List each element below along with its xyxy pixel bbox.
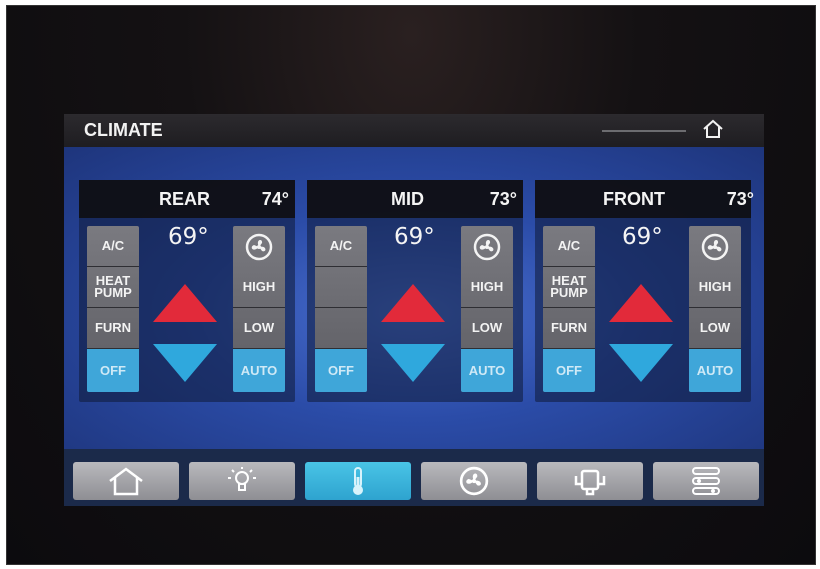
nav-fan-button[interactable] xyxy=(421,462,527,500)
setpoint-temp: 69° xyxy=(394,224,435,250)
mode-heat-pump-button[interactable]: HEAT PUMP xyxy=(87,267,139,308)
home-icon xyxy=(109,467,143,496)
fan-low-button[interactable]: LOW xyxy=(689,308,741,349)
nav-lights-button[interactable] xyxy=(189,462,295,500)
fan-high-button[interactable]: HIGH xyxy=(233,267,285,308)
climate-content: REAR 74° A/C HEAT PUMP FURN OFF 69° HIGH… xyxy=(64,147,764,449)
zone-name: FRONT xyxy=(603,189,665,209)
mode-heat-pump-button[interactable]: HEAT PUMP xyxy=(543,267,595,308)
temp-down-arrow-icon[interactable] xyxy=(379,342,447,384)
home-icon[interactable] xyxy=(701,117,725,141)
mode-column: A/C HEAT PUMP FURN OFF xyxy=(87,226,139,392)
mode-column: A/C HEAT PUMP FURN OFF xyxy=(543,226,595,392)
zone-current-temp: 73° xyxy=(489,189,517,209)
zone-current-temp: 73° xyxy=(726,189,754,209)
mode-empty-button xyxy=(315,267,367,308)
zone-current-temp: 74° xyxy=(261,189,289,209)
fan-icon xyxy=(689,226,741,267)
nav-generator-button[interactable] xyxy=(537,462,643,500)
zone-mid-panel: MID 73° A/C OFF 69° HIGH LOW AUTO xyxy=(307,180,523,402)
zone-name: REAR xyxy=(159,189,211,209)
light-bulb-icon xyxy=(228,467,256,491)
fan-auto-button[interactable]: AUTO xyxy=(461,349,513,392)
settings-sliders-icon xyxy=(692,467,720,495)
generator-icon xyxy=(574,469,606,496)
mode-ac-button[interactable]: A/C xyxy=(315,226,367,267)
nav-home-button[interactable] xyxy=(73,462,179,500)
mode-off-button[interactable]: OFF xyxy=(87,349,139,392)
mode-furn-button[interactable]: FURN xyxy=(543,308,595,349)
nav-climate-button[interactable] xyxy=(305,462,411,500)
zone-name: MID xyxy=(391,189,424,209)
fan-column: HIGH LOW AUTO xyxy=(233,226,285,392)
temp-down-arrow-icon[interactable] xyxy=(607,342,675,384)
fan-auto-button[interactable]: AUTO xyxy=(689,349,741,392)
fan-high-button[interactable]: HIGH xyxy=(461,267,513,308)
fan-column: HIGH LOW AUTO xyxy=(461,226,513,392)
mode-ac-button[interactable]: A/C xyxy=(543,226,595,267)
bottom-nav xyxy=(64,449,764,506)
touchscreen: CLIMATE REAR 74° A/C HEAT PUMP FURN OFF xyxy=(64,114,764,506)
fan-auto-button[interactable]: AUTO xyxy=(233,349,285,392)
fan-icon xyxy=(233,226,285,267)
mode-off-button[interactable]: OFF xyxy=(315,349,367,392)
setpoint-temp: 69° xyxy=(622,224,663,250)
setpoint-temp: 69° xyxy=(168,224,209,250)
temp-up-arrow-icon[interactable] xyxy=(379,282,447,324)
mode-ac-button[interactable]: A/C xyxy=(87,226,139,267)
nav-settings-button[interactable] xyxy=(653,462,759,500)
thermometer-icon xyxy=(353,467,363,495)
page-title: CLIMATE xyxy=(84,120,163,140)
temp-up-arrow-icon[interactable] xyxy=(607,282,675,324)
fan-column: HIGH LOW AUTO xyxy=(689,226,741,392)
fan-high-button[interactable]: HIGH xyxy=(689,267,741,308)
zone-front-panel: FRONT 73° A/C HEAT PUMP FURN OFF 69° HIG… xyxy=(535,180,754,402)
temp-down-arrow-icon[interactable] xyxy=(151,342,219,384)
zone-header: FRONT 73° xyxy=(535,180,754,218)
zone-header: REAR 74° xyxy=(79,180,295,218)
fan-icon xyxy=(459,466,489,496)
mode-off-button[interactable]: OFF xyxy=(543,349,595,392)
fan-low-button[interactable]: LOW xyxy=(461,308,513,349)
device-bezel: CLIMATE REAR 74° A/C HEAT PUMP FURN OFF xyxy=(6,5,816,565)
mode-furn-button[interactable]: FURN xyxy=(87,308,139,349)
zone-header: MID 73° xyxy=(307,180,523,218)
mode-column: A/C OFF xyxy=(315,226,367,392)
zone-rear-panel: REAR 74° A/C HEAT PUMP FURN OFF 69° HIGH… xyxy=(79,180,295,402)
temp-up-arrow-icon[interactable] xyxy=(151,282,219,324)
mode-empty-button xyxy=(315,308,367,349)
top-bar: CLIMATE xyxy=(64,114,764,147)
fan-icon xyxy=(461,226,513,267)
fan-low-button[interactable]: LOW xyxy=(233,308,285,349)
top-bar-divider xyxy=(602,130,686,132)
